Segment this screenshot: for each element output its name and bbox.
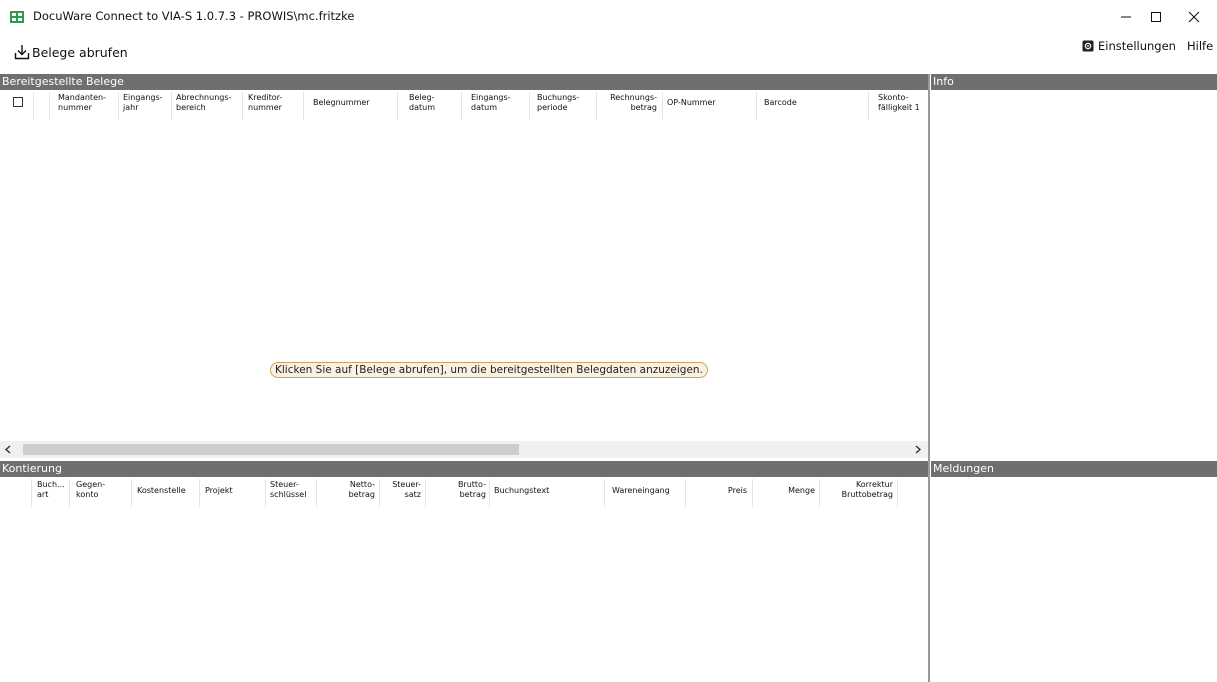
col-korrektur-bruttobetrag[interactable]: Korrektur Bruttobetrag <box>822 480 893 500</box>
column-separator <box>397 92 398 120</box>
column-separator <box>379 479 380 507</box>
settings-label: Einstellungen <box>1098 39 1176 53</box>
horizontal-scrollbar[interactable] <box>0 441 928 458</box>
col-belegnummer[interactable]: Belegnummer <box>313 98 370 108</box>
maximize-icon <box>1151 12 1161 22</box>
column-separator <box>819 479 820 507</box>
column-separator <box>529 92 530 120</box>
column-separator <box>316 479 317 507</box>
column-separator <box>596 92 597 120</box>
col-barcode[interactable]: Barcode <box>764 98 797 108</box>
col-op-nummer[interactable]: OP-Nummer <box>667 98 716 108</box>
column-separator <box>662 92 663 120</box>
scroll-left-icon[interactable] <box>0 441 17 458</box>
column-separator <box>868 92 869 120</box>
scroll-right-icon[interactable] <box>909 441 926 458</box>
title-bar: DocuWare Connect to VIA-S 1.0.7.3 - PROW… <box>0 0 1217 34</box>
close-icon <box>1188 11 1200 23</box>
col-buchungstext[interactable]: Buchungstext <box>494 486 549 496</box>
select-all-checkbox[interactable] <box>13 97 23 107</box>
col-gegenkonto[interactable]: Gegen- konto <box>76 480 105 500</box>
col-steuersatz[interactable]: Steuer- satz <box>383 480 421 500</box>
info-panel <box>931 90 1217 458</box>
app-icon <box>10 11 24 23</box>
kontierung-panel-title: Kontierung <box>2 462 62 475</box>
meldungen-panel <box>931 477 1217 682</box>
info-panel-title: Info <box>933 75 954 88</box>
column-separator <box>685 479 686 507</box>
help-label: Hilfe <box>1187 39 1214 53</box>
fetch-documents-label: Belege abrufen <box>32 44 128 60</box>
help-button[interactable]: Hilfe <box>1187 39 1213 53</box>
meldungen-panel-title: Meldungen <box>933 462 994 475</box>
col-abrechnungsbereich[interactable]: Abrechnungs- bereich <box>176 93 231 113</box>
scrollbar-thumb[interactable] <box>23 444 519 455</box>
col-bruttobetrag[interactable]: Brutto- betrag <box>429 480 486 500</box>
info-panel-header: Info <box>931 74 1217 90</box>
column-separator <box>425 479 426 507</box>
col-buchungsart[interactable]: Buch... art <box>37 480 65 500</box>
column-separator <box>33 92 34 120</box>
col-preis[interactable]: Preis <box>690 486 747 496</box>
col-belegdatum[interactable]: Beleg- datum <box>409 93 435 113</box>
column-separator <box>242 92 243 120</box>
column-separator <box>752 479 753 507</box>
col-rechnungsbetrag[interactable]: Rechnungs- betrag <box>600 93 657 113</box>
settings-button[interactable]: Einstellungen <box>1082 39 1176 53</box>
close-button[interactable] <box>1171 0 1217 34</box>
col-kreditornummer[interactable]: Kreditor- nummer <box>248 93 282 113</box>
kontierung-table[interactable]: Buch... art Gegen- konto Kostenstelle Pr… <box>0 477 928 682</box>
empty-state-hint: Klicken Sie auf [Belege abrufen], um die… <box>270 362 708 378</box>
column-separator <box>756 92 757 120</box>
col-wareneingang[interactable]: Wareneingang <box>612 486 670 496</box>
col-skontofaelligkeit-1[interactable]: Skonto- fälligkeit 1 <box>878 93 920 113</box>
column-separator <box>118 92 119 120</box>
column-separator <box>69 479 70 507</box>
column-separator <box>199 479 200 507</box>
kontierung-panel-header: Kontierung <box>0 461 928 477</box>
column-separator <box>303 92 304 120</box>
col-eingangsdatum[interactable]: Eingangs- datum <box>471 93 511 113</box>
column-separator <box>461 92 462 120</box>
minimize-icon <box>1121 16 1131 18</box>
column-separator <box>49 92 50 120</box>
col-mandantennummer[interactable]: Mandanten- nummer <box>58 93 106 113</box>
download-icon <box>14 45 30 60</box>
window-title: DocuWare Connect to VIA-S 1.0.7.3 - PROW… <box>33 9 355 23</box>
column-separator <box>171 92 172 120</box>
col-steuerschluessel[interactable]: Steuer- schlüssel <box>270 480 306 500</box>
belege-panel-title: Bereitgestellte Belege <box>2 75 124 88</box>
column-separator <box>489 479 490 507</box>
vertical-splitter[interactable] <box>928 74 930 682</box>
column-separator <box>131 479 132 507</box>
column-separator <box>31 479 32 507</box>
col-projekt[interactable]: Projekt <box>205 486 233 496</box>
col-buchungsperiode[interactable]: Buchungs- periode <box>537 93 579 113</box>
col-menge[interactable]: Menge <box>757 486 815 496</box>
settings-icon <box>1082 40 1094 52</box>
col-eingangsjahr[interactable]: Eingangs- jahr <box>123 93 163 113</box>
column-separator <box>604 479 605 507</box>
col-nettobetrag[interactable]: Netto- betrag <box>320 480 375 500</box>
belege-panel-header: Bereitgestellte Belege <box>0 74 928 90</box>
toolbar: Belege abrufen Einstellungen Hilfe <box>0 34 1217 72</box>
meldungen-panel-header: Meldungen <box>931 461 1217 477</box>
fetch-documents-button[interactable]: Belege abrufen <box>14 44 128 60</box>
column-separator <box>265 479 266 507</box>
col-kostenstelle[interactable]: Kostenstelle <box>137 486 186 496</box>
belege-table[interactable]: Mandanten- nummer Eingangs- jahr Abrechn… <box>0 90 928 458</box>
column-separator <box>897 479 898 507</box>
